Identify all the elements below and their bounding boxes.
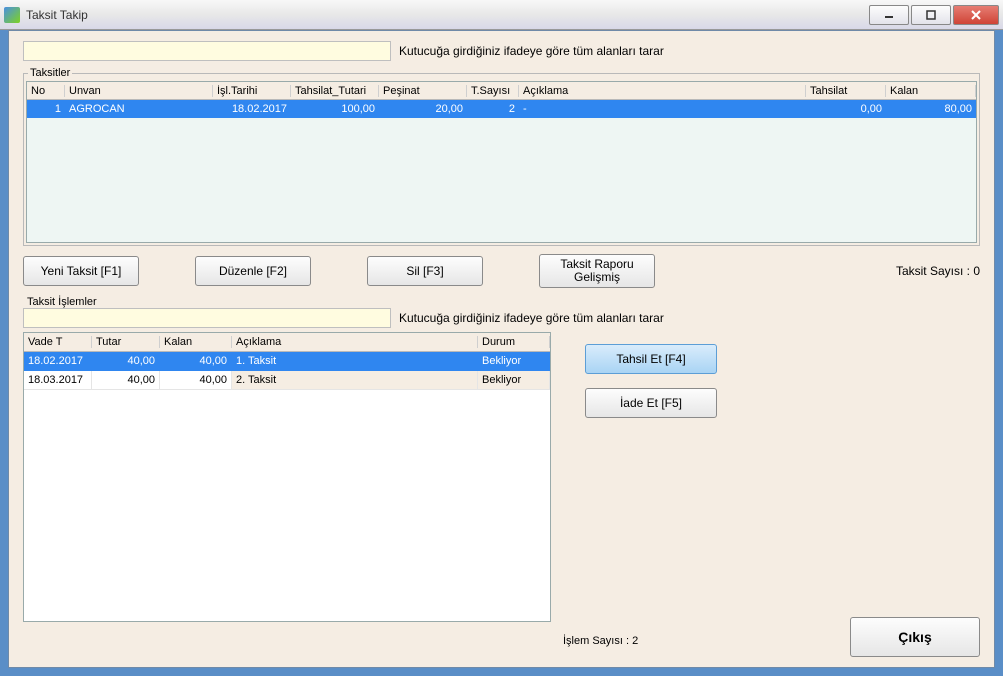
search-hint-taksitler: Kutucuğa girdiğiniz ifadeye göre tüm ala…	[399, 44, 664, 58]
window-title: Taksit Takip	[26, 8, 867, 22]
cell-kalan: 40,00	[160, 371, 232, 390]
cell-kalan: 80,00	[886, 103, 976, 115]
islemler-grid[interactable]: Vade T Tutar Kalan Açıklama Durum 18.02.…	[23, 332, 551, 622]
content: Kutucuğa girdiğiniz ifadeye göre tüm ala…	[23, 41, 980, 657]
rapor-line2: Gelişmiş	[574, 271, 620, 284]
taksitler-legend: Taksitler	[28, 67, 72, 79]
window-controls	[867, 5, 999, 25]
col-unvan[interactable]: Unvan	[65, 85, 213, 97]
cikis-button[interactable]: Çıkış	[850, 617, 980, 657]
col-t-sayisi[interactable]: T.Sayısı	[467, 85, 519, 97]
col-tahsilat-tutari[interactable]: Tahsilat_Tutari	[291, 85, 379, 97]
col-pesinat[interactable]: Peşinat	[379, 85, 467, 97]
col-tutar2[interactable]: Tutar	[92, 336, 160, 348]
col-tahsilat[interactable]: Tahsilat	[806, 85, 886, 97]
islemler-body: Vade T Tutar Kalan Açıklama Durum 18.02.…	[23, 332, 980, 622]
maximize-button[interactable]	[911, 5, 951, 25]
islemler-grid-wrap: Vade T Tutar Kalan Açıklama Durum 18.02.…	[23, 332, 551, 622]
search-hint-islemler: Kutucuğa girdiğiniz ifadeye göre tüm ala…	[399, 311, 664, 325]
col-vade[interactable]: Vade T	[24, 336, 92, 348]
islemler-legend: Taksit İşlemler	[25, 296, 99, 308]
cell-tutar: 40,00	[92, 371, 160, 390]
search-input-islemler[interactable]	[23, 308, 391, 328]
cell-durum: Bekliyor	[478, 371, 550, 390]
cell-kalan: 40,00	[160, 352, 232, 371]
col-kalan[interactable]: Kalan	[886, 85, 976, 97]
cell-tutar: 100,00	[291, 103, 379, 115]
search-input-taksitler[interactable]	[23, 41, 391, 61]
cell-vade: 18.03.2017	[24, 371, 92, 390]
taksitler-group: Taksitler No Unvan İşl.Tarihi Tahsilat_T…	[23, 67, 980, 246]
iade-et-button[interactable]: İade Et [F5]	[585, 388, 717, 418]
cell-tsayi: 2	[467, 103, 519, 115]
cell-vade: 18.02.2017	[24, 352, 92, 371]
islemler-side-buttons: Tahsil Et [F4] İade Et [F5]	[585, 332, 717, 622]
table-row[interactable]: 18.03.2017 40,00 40,00 2. Taksit Bekliyo…	[24, 371, 550, 390]
exit-row: Çıkış	[850, 617, 980, 657]
col-aciklama2[interactable]: Açıklama	[232, 336, 478, 348]
titlebar[interactable]: Taksit Takip	[0, 0, 1003, 30]
tahsil-et-button[interactable]: Tahsil Et [F4]	[585, 344, 717, 374]
col-no[interactable]: No	[27, 85, 65, 97]
cell-aciklama: 2. Taksit	[232, 371, 478, 390]
search-row-islemler: Kutucuğa girdiğiniz ifadeye göre tüm ala…	[23, 308, 980, 328]
minimize-button[interactable]	[869, 5, 909, 25]
islem-sayisi-label: İşlem Sayısı : 2	[563, 635, 638, 647]
search-row-taksitler: Kutucuğa girdiğiniz ifadeye göre tüm ala…	[23, 41, 980, 61]
app-window: Taksit Takip Kutucuğa girdiğiniz ifadeye…	[0, 0, 1003, 676]
cell-aciklama: -	[519, 103, 806, 115]
taksitler-buttons: Yeni Taksit [F1] Düzenle [F2] Sil [F3] T…	[23, 254, 980, 288]
col-durum[interactable]: Durum	[478, 336, 550, 348]
islemler-header-row: Vade T Tutar Kalan Açıklama Durum	[24, 333, 550, 352]
taksit-islemler-group: Taksit İşlemler Kutucuğa girdiğiniz ifad…	[23, 296, 980, 622]
cell-tutar: 40,00	[92, 352, 160, 371]
col-isl-tarihi[interactable]: İşl.Tarihi	[213, 85, 291, 97]
taksit-raporu-button[interactable]: Taksit Raporu Gelişmiş	[539, 254, 655, 288]
duzenle-button[interactable]: Düzenle [F2]	[195, 256, 311, 286]
yeni-taksit-button[interactable]: Yeni Taksit [F1]	[23, 256, 139, 286]
cell-tarih: 18.02.2017	[213, 103, 291, 115]
col-aciklama[interactable]: Açıklama	[519, 85, 806, 97]
cell-pesinat: 20,00	[379, 103, 467, 115]
taksitler-grid[interactable]: No Unvan İşl.Tarihi Tahsilat_Tutari Peşi…	[26, 81, 977, 243]
client-area: Kutucuğa girdiğiniz ifadeye göre tüm ala…	[8, 30, 995, 668]
app-icon	[4, 7, 20, 23]
taksit-sayisi-label: Taksit Sayısı : 0	[896, 264, 980, 278]
cell-unvan: AGROCAN	[65, 103, 213, 115]
table-row[interactable]: 1 AGROCAN 18.02.2017 100,00 20,00 2 - 0,…	[27, 100, 976, 118]
cell-aciklama: 1. Taksit	[232, 352, 478, 371]
cell-no: 1	[27, 103, 65, 115]
col-kalan2[interactable]: Kalan	[160, 336, 232, 348]
cell-tahsilat: 0,00	[806, 103, 886, 115]
taksitler-header-row: No Unvan İşl.Tarihi Tahsilat_Tutari Peşi…	[27, 82, 976, 100]
sil-button[interactable]: Sil [F3]	[367, 256, 483, 286]
close-button[interactable]	[953, 5, 999, 25]
table-row[interactable]: 18.02.2017 40,00 40,00 1. Taksit Bekliyo…	[24, 352, 550, 371]
cell-durum: Bekliyor	[478, 352, 550, 371]
